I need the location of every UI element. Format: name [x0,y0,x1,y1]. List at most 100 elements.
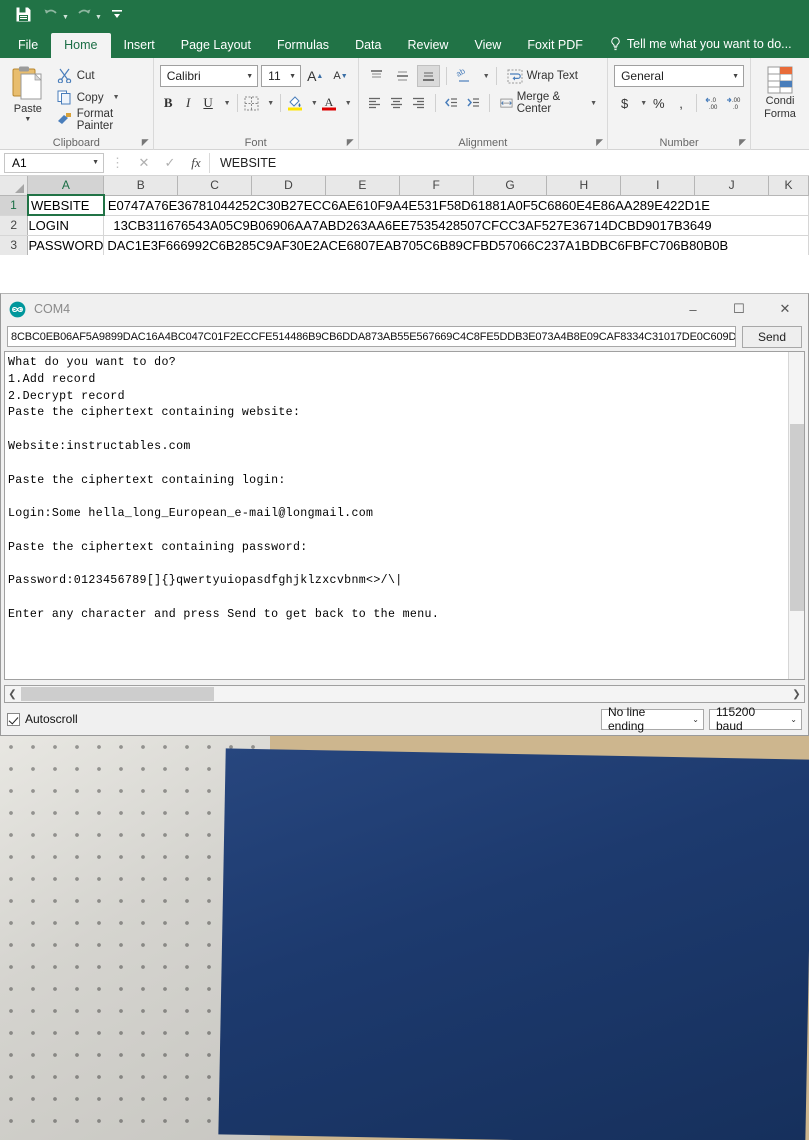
decrease-font-size-button[interactable]: A ▼ [329,65,351,87]
number-dialog-launcher[interactable]: ◤ [739,137,746,148]
tab-page-layout[interactable]: Page Layout [168,33,264,59]
close-button[interactable]: ✕ [762,294,808,324]
borders-dropdown-icon[interactable]: ▼ [267,100,274,107]
insert-function-icon[interactable]: fx [183,153,209,173]
currency-dropdown-icon[interactable]: ▼ [640,100,647,107]
cancel-formula-icon[interactable]: ✕ [131,153,157,173]
alignment-dialog-launcher[interactable]: ◤ [596,137,603,148]
font-size-combo[interactable]: 11 ▼ [261,65,302,87]
autoscroll-checkbox[interactable] [7,712,20,726]
baud-rate-select[interactable]: 115200 baud ⌄ [709,705,802,733]
confirm-formula-icon[interactable]: ✓ [157,153,183,173]
comma-style-button[interactable]: , [670,92,691,114]
increase-font-size-button[interactable]: A ▲ [304,65,326,87]
merge-center-button[interactable]: Merge & Center ▼ [496,91,601,115]
col-header-H[interactable]: H [546,176,622,196]
copy-dropdown-icon[interactable]: ▼ [113,94,120,101]
percent-button[interactable]: % [648,92,669,114]
row-header-3[interactable]: 3 [0,235,29,255]
col-header-C[interactable]: C [177,176,253,196]
tab-data[interactable]: Data [342,33,394,59]
chevron-down-icon[interactable]: ▼ [289,73,296,80]
cell-B2[interactable]: 13CB311676543A05C9B06906AA7ABD263AA6EE75… [103,215,809,236]
redo-icon[interactable] [71,3,97,25]
font-family-combo[interactable]: Calibri ▼ [159,65,259,87]
paste-button[interactable]: Paste ▼ [6,61,50,134]
console-vscroll-thumb[interactable] [790,424,804,611]
tab-foxit-pdf[interactable]: Foxit PDF [514,33,596,59]
cut-button[interactable]: Cut [54,66,147,86]
hscroll-left-arrow-icon[interactable]: ❮ [5,689,20,700]
chevron-down-icon[interactable]: ⌄ [790,715,797,724]
col-header-F[interactable]: F [399,176,474,196]
increase-decimal-button[interactable]: .0.00 [701,92,722,114]
tab-review[interactable]: Review [394,33,461,59]
underline-dropdown-icon[interactable]: ▼ [224,100,231,107]
orientation-dropdown-icon[interactable]: ▼ [483,73,490,80]
col-header-J[interactable]: J [694,176,769,196]
fill-color-button[interactable] [287,92,304,114]
align-right-button[interactable] [409,92,428,114]
chevron-down-icon[interactable]: ▼ [92,159,99,166]
undo-icon[interactable] [38,3,64,25]
number-format-combo[interactable]: General ▼ [614,65,745,87]
wrap-text-button[interactable]: Wrap Text [503,65,582,87]
tell-me-box[interactable]: Tell me what you want to do... [596,31,802,58]
line-ending-select[interactable]: No line ending ⌄ [601,705,704,733]
chevron-down-icon[interactable]: ⌄ [692,715,699,724]
align-middle-button[interactable] [391,65,414,87]
tab-insert[interactable]: Insert [111,33,168,59]
console-hscroll-thumb[interactable] [21,687,214,701]
tab-view[interactable]: View [461,33,514,59]
align-left-button[interactable] [365,92,384,114]
select-all-corner[interactable] [0,176,29,196]
hscroll-right-arrow-icon[interactable]: ❯ [789,689,804,700]
tab-formulas[interactable]: Formulas [264,33,342,59]
serial-console[interactable]: What do you want to do? 1.Add record 2.D… [4,351,805,680]
increase-indent-button[interactable] [464,92,483,114]
formula-input[interactable]: WEBSITE [209,152,809,173]
underline-button[interactable]: U [200,92,217,114]
name-box[interactable]: A1 ▼ [4,152,104,173]
borders-button[interactable] [243,92,260,114]
maximize-button[interactable]: ☐ [716,294,762,324]
cell-A1[interactable]: WEBSITE [26,194,105,216]
col-header-K[interactable]: K [768,176,809,196]
console-vertical-scrollbar[interactable] [788,352,804,679]
col-header-E[interactable]: E [325,176,400,196]
italic-button[interactable]: I [180,92,197,114]
redo-dropdown-icon[interactable]: ▼ [95,14,102,21]
font-color-button[interactable]: A [321,92,338,114]
paste-dropdown-icon[interactable]: ▼ [24,116,31,123]
bold-button[interactable]: B [160,92,177,114]
copy-button[interactable]: Copy ▼ [54,88,147,108]
serial-send-input[interactable]: 8CBC0EB06AF5A9899DAC16A4BC047C01F2ECCFE5… [7,326,736,347]
row-header-2[interactable]: 2 [0,215,29,236]
undo-dropdown-icon[interactable]: ▼ [62,14,69,21]
align-center-button[interactable] [387,92,406,114]
console-horizontal-scrollbar[interactable]: ❮ ❯ [4,685,805,703]
merge-center-dropdown-icon[interactable]: ▼ [590,100,597,107]
tab-home[interactable]: Home [51,32,111,58]
decrease-decimal-button[interactable]: .00.0 [723,92,744,114]
align-bottom-button[interactable] [416,65,440,87]
col-header-D[interactable]: D [251,176,326,196]
orientation-button[interactable]: ab [453,65,476,87]
cell-B1[interactable]: E0747A76E36781044252C30B27ECC6AE610F9A4E… [103,195,809,216]
cell-A2[interactable]: LOGIN [27,215,105,236]
align-top-button[interactable] [365,65,388,87]
chevron-down-icon[interactable]: ▼ [732,73,739,80]
cell-B3[interactable]: DAC1E3F666992C6B285C9AF30E2ACE6807EAB705… [103,235,809,255]
autoscroll-checkbox-row[interactable]: Autoscroll [7,712,78,726]
tab-file[interactable]: File [5,33,51,59]
font-color-dropdown-icon[interactable]: ▼ [345,100,352,107]
col-header-I[interactable]: I [620,176,696,196]
minimize-button[interactable]: – [670,294,716,324]
currency-button[interactable]: $ [614,92,635,114]
col-header-A[interactable]: A [27,176,105,196]
cell-A3[interactable]: PASSWORD [27,235,105,255]
fill-color-dropdown-icon[interactable]: ▼ [311,100,318,107]
clipboard-dialog-launcher[interactable]: ◤ [142,137,149,148]
col-header-B[interactable]: B [103,176,179,196]
save-icon[interactable] [10,3,36,25]
